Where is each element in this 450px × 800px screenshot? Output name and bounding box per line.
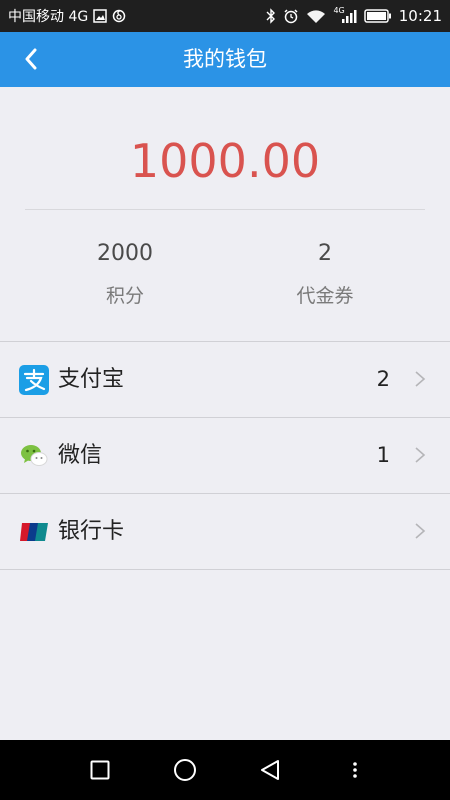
status-right: 4G 10:21 bbox=[266, 0, 442, 32]
network-type-label: 4G bbox=[333, 5, 345, 15]
menu-button[interactable] bbox=[340, 755, 370, 785]
chevron-right-icon bbox=[415, 447, 426, 463]
payment-row-bank-card[interactable]: 银行卡 bbox=[0, 494, 450, 570]
vouchers-label: 代金券 bbox=[296, 285, 354, 307]
home-button[interactable] bbox=[170, 755, 200, 785]
back-nav-button[interactable] bbox=[255, 755, 285, 785]
payment-count: 1 bbox=[376, 443, 390, 467]
alarm-icon bbox=[283, 8, 299, 24]
wifi-icon bbox=[306, 9, 326, 24]
points-value: 2000 bbox=[97, 241, 153, 266]
page-title: 我的钱包 bbox=[183, 47, 267, 71]
unionpay-icon bbox=[19, 517, 49, 547]
image-notification-icon bbox=[93, 9, 107, 23]
vouchers-value: 2 bbox=[318, 241, 332, 266]
clock: 10:21 bbox=[398, 7, 442, 25]
signal-icon: 4G bbox=[333, 5, 357, 23]
status-bar: 中国移动 4G 4G 10:21 bbox=[0, 0, 450, 32]
payment-row-alipay[interactable]: 支付宝 2 bbox=[0, 342, 450, 418]
more-vertical-icon bbox=[353, 762, 357, 778]
battery-icon bbox=[364, 9, 392, 23]
points-label: 积分 bbox=[105, 285, 144, 307]
payment-row-wechat[interactable]: 微信 1 bbox=[0, 418, 450, 494]
payment-count: 2 bbox=[376, 367, 390, 391]
app-notification-icon bbox=[112, 9, 126, 23]
wechat-icon bbox=[19, 441, 49, 471]
triangle-back-icon bbox=[261, 760, 279, 780]
square-icon bbox=[90, 760, 110, 780]
payment-label: 微信 bbox=[58, 443, 103, 468]
alipay-icon bbox=[19, 365, 49, 395]
recent-apps-button[interactable] bbox=[85, 755, 115, 785]
vouchers-stat[interactable]: 2 代金券 bbox=[250, 236, 400, 320]
payment-label: 支付宝 bbox=[58, 367, 125, 392]
payment-method-list: 支付宝 2 微信 1 银行卡 bbox=[0, 342, 450, 570]
nav-bar: 我的钱包 bbox=[0, 32, 450, 87]
divider bbox=[25, 209, 425, 210]
points-stat[interactable]: 2000 积分 bbox=[50, 236, 200, 320]
system-nav-bar bbox=[0, 740, 450, 800]
payment-label: 银行卡 bbox=[58, 519, 125, 544]
status-left: 中国移动 4G bbox=[8, 0, 126, 32]
chevron-right-icon bbox=[415, 371, 426, 387]
carrier-label: 中国移动 4G bbox=[8, 9, 89, 25]
bluetooth-icon bbox=[266, 8, 276, 24]
chevron-right-icon bbox=[415, 523, 426, 539]
wallet-balance: 1000.00 bbox=[129, 134, 321, 188]
circle-icon bbox=[174, 759, 196, 781]
